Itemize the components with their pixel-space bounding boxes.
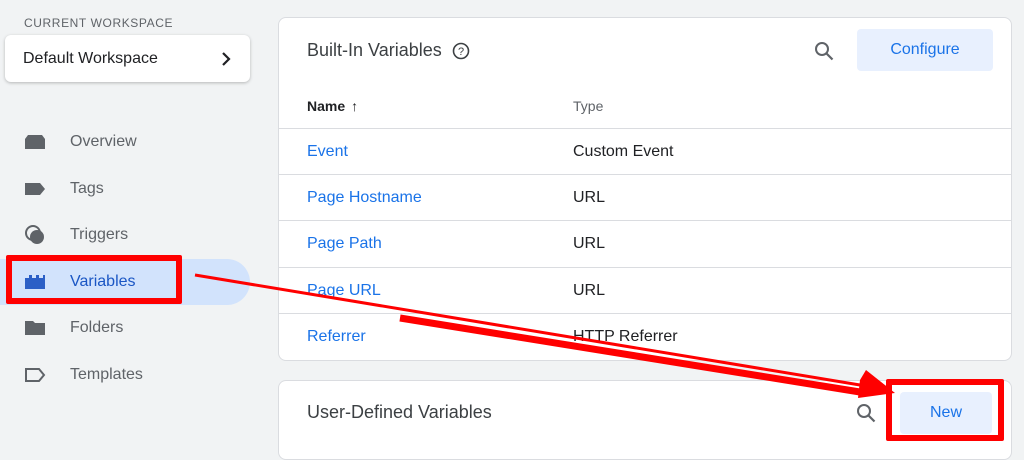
sidebar-item-label: Templates bbox=[70, 366, 143, 383]
workspace-selector[interactable]: Default Workspace bbox=[5, 35, 250, 82]
sidebar-item-label: Folders bbox=[70, 319, 124, 336]
column-header-type: Type bbox=[573, 98, 604, 114]
trigger-icon bbox=[24, 224, 46, 246]
sidebar-item-overview[interactable]: Overview bbox=[0, 119, 250, 165]
card-title: Built-In Variables bbox=[307, 40, 442, 60]
help-icon[interactable]: ? bbox=[452, 42, 470, 60]
sort-ascending-icon: ↑ bbox=[351, 98, 359, 114]
card-title: User-Defined Variables bbox=[307, 402, 492, 422]
table-row[interactable]: Page Path URL bbox=[279, 220, 1011, 267]
svg-text:?: ? bbox=[458, 46, 464, 58]
column-header-name[interactable]: Name ↑ bbox=[307, 98, 358, 114]
highlight-box-variables bbox=[6, 255, 182, 304]
table-row[interactable]: Event Custom Event bbox=[279, 128, 1011, 175]
sidebar-item-label: Overview bbox=[70, 133, 137, 150]
table-row[interactable]: Page Hostname URL bbox=[279, 174, 1011, 221]
sidebar-item-label: Tags bbox=[70, 180, 104, 197]
table-row[interactable]: Page URL URL bbox=[279, 267, 1011, 314]
chevron-right-icon bbox=[222, 51, 231, 66]
built-in-variables-card: Built-In Variables ? Configure Name ↑ Typ… bbox=[278, 17, 1012, 361]
sidebar-item-triggers[interactable]: Triggers bbox=[0, 212, 250, 258]
sidebar-item-tags[interactable]: Tags bbox=[0, 166, 250, 212]
sidebar-item-label: Triggers bbox=[70, 226, 129, 243]
template-icon bbox=[24, 367, 46, 383]
sidebar-item-folders[interactable]: Folders bbox=[0, 305, 250, 351]
configure-button[interactable]: Configure bbox=[857, 29, 993, 71]
folder-icon bbox=[24, 320, 46, 336]
workspace-label: CURRENT WORKSPACE bbox=[24, 16, 174, 30]
overview-icon bbox=[24, 134, 46, 150]
search-icon[interactable] bbox=[855, 402, 877, 424]
sidebar-item-templates[interactable]: Templates bbox=[0, 352, 250, 398]
workspace-name: Default Workspace bbox=[23, 49, 158, 67]
tag-icon bbox=[24, 182, 46, 196]
table-row[interactable]: Referrer HTTP Referrer bbox=[279, 313, 1011, 360]
search-icon[interactable] bbox=[813, 40, 835, 62]
highlight-box-new bbox=[886, 379, 1004, 441]
